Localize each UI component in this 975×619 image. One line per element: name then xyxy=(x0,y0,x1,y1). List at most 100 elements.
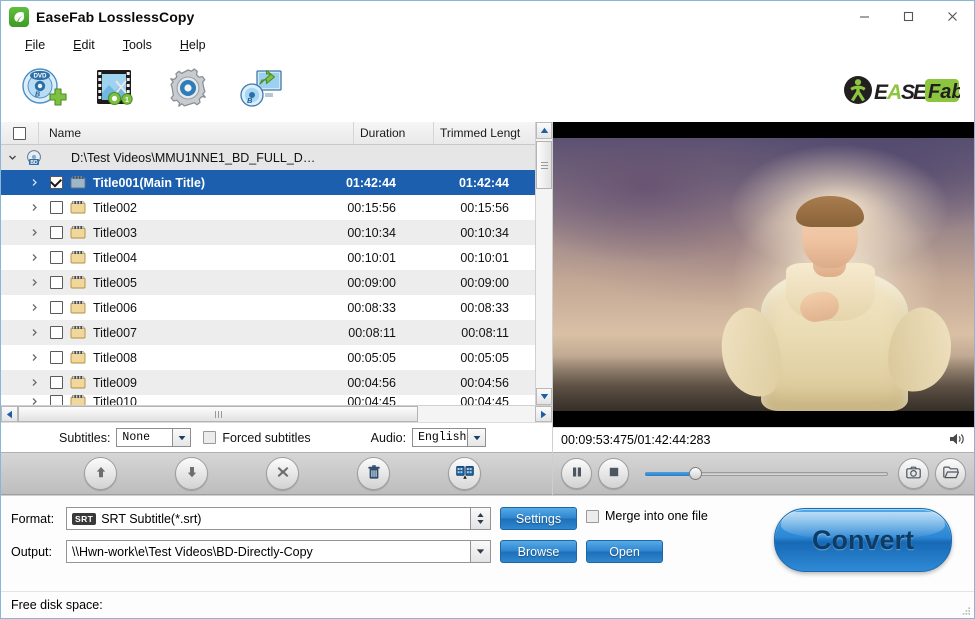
table-row[interactable]: Title005 00:09:00 00:09:00 xyxy=(1,270,535,295)
row-duration: 00:08:33 xyxy=(347,300,396,315)
delete-all-button[interactable] xyxy=(357,457,390,490)
audio-select[interactable]: English xyxy=(412,428,487,447)
chevron-right-icon[interactable] xyxy=(23,303,45,312)
merge-into-one-file-checkbox[interactable] xyxy=(586,509,599,523)
file-list-vertical-scrollbar[interactable] xyxy=(535,122,552,405)
merge-option[interactable]: Merge into one file xyxy=(586,509,708,523)
column-header-duration[interactable]: Duration xyxy=(354,122,434,144)
column-header-name[interactable]: Name xyxy=(39,122,354,144)
resize-grip-icon[interactable] xyxy=(961,605,971,615)
row-duration: 01:42:44 xyxy=(345,175,396,190)
move-up-button[interactable] xyxy=(84,457,117,490)
preview-panel: 00:09:53:475/01:42:44:283 xyxy=(553,122,974,495)
merge-clips-icon xyxy=(455,464,474,483)
chevron-right-icon[interactable] xyxy=(23,397,45,405)
pause-button[interactable] xyxy=(561,458,592,489)
close-icon[interactable] xyxy=(930,1,974,32)
chevron-right-icon[interactable] xyxy=(23,378,45,387)
file-list-body: Name Duration Trimmed Lengt BD D:\Test V… xyxy=(1,122,552,405)
chevron-right-icon[interactable] xyxy=(23,253,45,262)
row-checkbox[interactable] xyxy=(45,301,67,314)
spinner-arrows-icon[interactable] xyxy=(470,508,490,529)
horizontal-scroll-thumb[interactable] xyxy=(18,406,418,422)
chevron-down-icon[interactable] xyxy=(470,541,490,562)
maximize-icon[interactable] xyxy=(886,1,930,32)
settings-format-button[interactable]: Settings xyxy=(500,507,577,530)
table-row[interactable]: Title002 00:15:56 00:15:56 xyxy=(1,195,535,220)
row-checkbox[interactable] xyxy=(45,326,67,339)
menu-help[interactable]: Help xyxy=(166,35,220,55)
title-clip-icon xyxy=(67,375,89,390)
move-down-button[interactable] xyxy=(175,457,208,490)
add-disc-button[interactable]: DVD B xyxy=(15,64,73,116)
file-list-horizontal-scrollbar[interactable] xyxy=(1,405,552,422)
convert-button[interactable]: Convert xyxy=(774,508,952,572)
table-row[interactable]: Title010 00:04:45 00:04:45 xyxy=(1,395,535,405)
minimize-icon[interactable] xyxy=(842,1,886,32)
camera-icon xyxy=(906,466,921,482)
seek-slider[interactable] xyxy=(645,467,888,481)
vertical-scroll-track[interactable] xyxy=(536,139,552,388)
title-clip-icon xyxy=(67,200,89,215)
chevron-down-icon[interactable] xyxy=(467,429,486,446)
subtitles-select[interactable]: None xyxy=(116,428,192,447)
chevron-right-icon[interactable] xyxy=(23,178,45,187)
row-checkbox[interactable] xyxy=(45,276,67,289)
row-trimmed-length: 01:42:44 xyxy=(458,175,509,190)
application-window: EaseFab LosslessCopy File Edit Tools Hel… xyxy=(0,0,975,619)
row-title-label: Title010 xyxy=(93,395,138,405)
speaker-icon[interactable] xyxy=(949,432,966,449)
table-row[interactable]: Title004 00:10:01 00:10:01 xyxy=(1,245,535,270)
row-checkbox[interactable] xyxy=(45,376,67,389)
horizontal-scroll-track[interactable] xyxy=(18,406,535,422)
merge-chapter-button[interactable] xyxy=(448,457,481,490)
row-checkbox[interactable] xyxy=(45,201,67,214)
row-checkbox[interactable] xyxy=(45,251,67,264)
scroll-right-arrow-icon[interactable] xyxy=(535,406,552,422)
chevron-right-icon[interactable] xyxy=(23,278,45,287)
chevron-down-icon[interactable] xyxy=(172,429,191,446)
table-row[interactable]: Title007 00:08:11 00:08:11 xyxy=(1,320,535,345)
forced-subtitles-checkbox[interactable] xyxy=(203,431,217,444)
load-disc-button[interactable]: B xyxy=(231,64,289,116)
table-row[interactable]: Title003 00:10:34 00:10:34 xyxy=(1,220,535,245)
row-trimmed-length: 00:08:33 xyxy=(460,300,509,315)
easefab-brand-logo: E A S E Fab xyxy=(842,73,960,107)
format-select[interactable]: SRT SRT Subtitle(*.srt) xyxy=(66,507,491,530)
menu-file[interactable]: File xyxy=(11,35,59,55)
open-folder-button[interactable] xyxy=(935,458,966,489)
table-row[interactable]: Title008 00:05:05 00:05:05 xyxy=(1,345,535,370)
select-all-checkbox[interactable] xyxy=(13,126,26,140)
chevron-right-icon[interactable] xyxy=(23,328,45,337)
table-row[interactable]: Title006 00:08:33 00:08:33 xyxy=(1,295,535,320)
column-header-trimmed-length[interactable]: Trimmed Lengt xyxy=(434,122,535,144)
settings-button[interactable] xyxy=(159,64,217,116)
table-row[interactable]: Title001(Main Title) 01:42:44 01:42:44 xyxy=(1,170,535,195)
menu-edit[interactable]: Edit xyxy=(59,35,109,55)
scroll-left-arrow-icon[interactable] xyxy=(1,406,18,422)
remove-item-button[interactable] xyxy=(266,457,299,490)
table-row[interactable]: Title009 00:04:56 00:04:56 xyxy=(1,370,535,395)
open-output-button[interactable]: Open xyxy=(586,540,663,563)
output-path-select[interactable]: \\Hwn-work\e\Test Videos\BD-Directly-Cop… xyxy=(66,540,491,563)
scroll-up-arrow-icon[interactable] xyxy=(536,122,552,139)
row-checkbox[interactable] xyxy=(45,226,67,239)
disc-source-row[interactable]: BD D:\Test Videos\MMU1NNE1_BD_FULL_DIS..… xyxy=(1,145,535,170)
vertical-scroll-thumb[interactable] xyxy=(536,141,552,189)
chevron-right-icon[interactable] xyxy=(23,228,45,237)
header-select-all-cell[interactable] xyxy=(1,122,39,144)
chevron-right-icon[interactable] xyxy=(23,203,45,212)
row-checkbox[interactable] xyxy=(45,176,67,189)
snapshot-button[interactable] xyxy=(898,458,929,489)
menu-tools[interactable]: Tools xyxy=(109,35,166,55)
stop-button[interactable] xyxy=(598,458,629,489)
row-checkbox[interactable] xyxy=(45,395,67,405)
scroll-down-arrow-icon[interactable] xyxy=(536,388,552,405)
edit-video-button[interactable]: 1 xyxy=(87,64,145,116)
video-preview[interactable] xyxy=(553,122,974,427)
row-checkbox[interactable] xyxy=(45,351,67,364)
chevron-down-icon[interactable] xyxy=(1,153,23,162)
chevron-right-icon[interactable] xyxy=(23,353,45,362)
seek-handle[interactable] xyxy=(688,467,702,480)
browse-button[interactable]: Browse xyxy=(500,540,577,563)
